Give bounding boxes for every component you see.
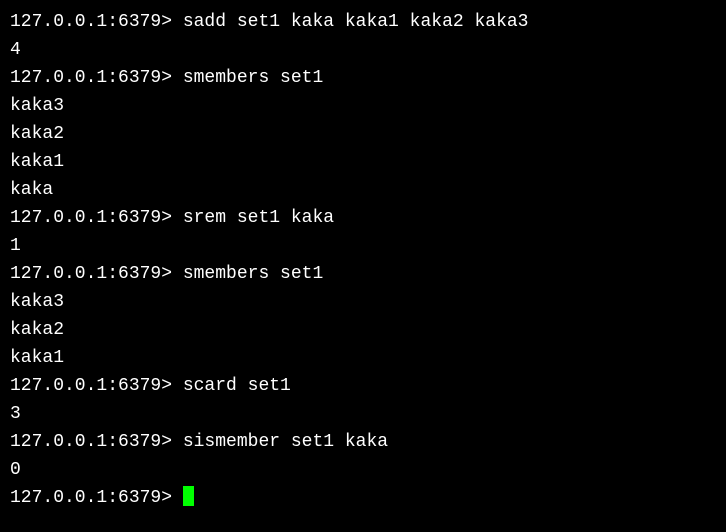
terminal-output-line: 0 (10, 456, 716, 484)
terminal-output: 127.0.0.1:6379> sadd set1 kaka kaka1 kak… (10, 8, 716, 484)
prompt-text: 127.0.0.1:6379> (10, 488, 183, 508)
prompt-text: 127.0.0.1:6379> (10, 68, 183, 88)
terminal-output-line: kaka3 (10, 92, 716, 120)
terminal-command-line: 127.0.0.1:6379> sadd set1 kaka kaka1 kak… (10, 8, 716, 36)
terminal-command-line: 127.0.0.1:6379> scard set1 (10, 372, 716, 400)
output-text: kaka2 (10, 124, 64, 144)
output-text: 0 (10, 460, 21, 480)
terminal-output-line: kaka1 (10, 344, 716, 372)
output-text: kaka3 (10, 292, 64, 312)
terminal-command-line: 127.0.0.1:6379> smembers set1 (10, 260, 716, 288)
terminal-command-line: 127.0.0.1:6379> smembers set1 (10, 64, 716, 92)
terminal-input-line[interactable]: 127.0.0.1:6379> (10, 484, 716, 512)
terminal-output-line: kaka1 (10, 148, 716, 176)
output-text: 4 (10, 40, 21, 60)
prompt-text: 127.0.0.1:6379> (10, 432, 183, 452)
command-text: scard set1 (183, 376, 291, 396)
terminal-output-line: 3 (10, 400, 716, 428)
command-text: sismember set1 kaka (183, 432, 388, 452)
output-text: kaka1 (10, 348, 64, 368)
output-text: kaka (10, 180, 53, 200)
command-text: sadd set1 kaka kaka1 kaka2 kaka3 (183, 12, 529, 32)
output-text: 1 (10, 236, 21, 256)
command-text: smembers set1 (183, 264, 323, 284)
command-text: srem set1 kaka (183, 208, 334, 228)
output-text: kaka1 (10, 152, 64, 172)
terminal-output-line: kaka3 (10, 288, 716, 316)
output-text: kaka3 (10, 96, 64, 116)
terminal-output-line: 4 (10, 36, 716, 64)
terminal-command-line: 127.0.0.1:6379> srem set1 kaka (10, 204, 716, 232)
prompt-text: 127.0.0.1:6379> (10, 264, 183, 284)
terminal-command-line: 127.0.0.1:6379> sismember set1 kaka (10, 428, 716, 456)
prompt-text: 127.0.0.1:6379> (10, 12, 183, 32)
output-text: kaka2 (10, 320, 64, 340)
terminal-output-line: kaka2 (10, 316, 716, 344)
output-text: 3 (10, 404, 21, 424)
terminal-output-line: kaka (10, 176, 716, 204)
command-text: smembers set1 (183, 68, 323, 88)
prompt-text: 127.0.0.1:6379> (10, 208, 183, 228)
terminal-output-line: kaka2 (10, 120, 716, 148)
terminal-output-line: 1 (10, 232, 716, 260)
prompt-text: 127.0.0.1:6379> (10, 376, 183, 396)
cursor-icon (183, 486, 194, 506)
